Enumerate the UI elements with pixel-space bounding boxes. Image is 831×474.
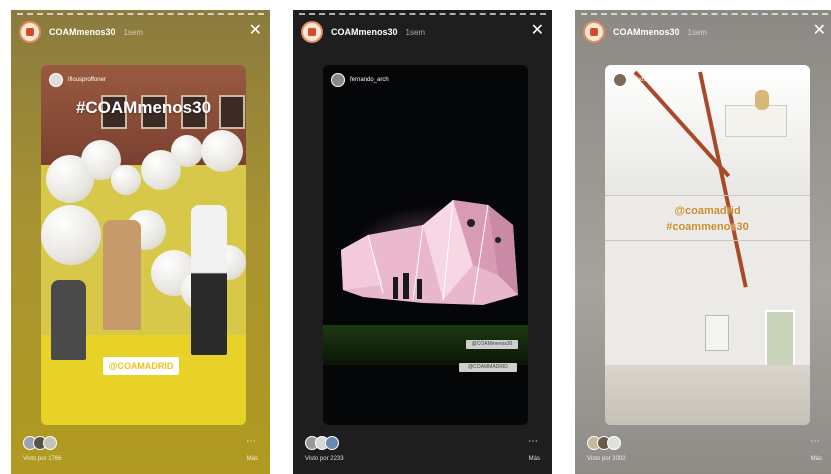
story-footer: Visto por 2002 ⋯ Más xyxy=(575,432,831,474)
balloon xyxy=(171,135,203,167)
more-button[interactable]: Más xyxy=(247,456,258,462)
views-count[interactable]: Visto por 2233 xyxy=(305,456,344,462)
viewer-avatars[interactable] xyxy=(23,436,57,450)
username[interactable]: COAMmenos30 xyxy=(331,27,398,37)
progress-bar xyxy=(17,13,264,17)
person xyxy=(103,220,141,330)
more-icon[interactable]: ⋯ xyxy=(810,436,820,447)
mention-sticker[interactable]: @COAMADRID xyxy=(103,357,179,375)
story-header: COAMmenos30 1sem ✕ xyxy=(301,20,544,44)
balloon xyxy=(111,165,141,195)
avatar xyxy=(607,436,621,450)
story-footer: Visto por 1766 ⋯ Más xyxy=(11,432,270,474)
close-icon[interactable]: ✕ xyxy=(249,21,262,41)
viewer-avatars[interactable] xyxy=(305,436,339,450)
username[interactable]: COAMmenos30 xyxy=(613,27,680,37)
more-button[interactable]: Más xyxy=(529,456,540,462)
timestamp: 1sem xyxy=(405,27,426,37)
hashtag-text: #COAMmenos30 xyxy=(75,98,212,117)
story-panel-3[interactable]: COAMmenos30 1sem ✕ jabosamatilo @coamadr… xyxy=(575,10,831,474)
avatar xyxy=(49,73,63,87)
story-header: COAMmenos30 1sem ✕ xyxy=(19,20,262,44)
more-button[interactable]: Más xyxy=(811,456,822,462)
avatar xyxy=(43,436,57,450)
person xyxy=(191,205,227,355)
story-header: COAMmenos30 1sem ✕ xyxy=(583,20,826,44)
avatar[interactable] xyxy=(19,21,41,43)
timestamp: 1sem xyxy=(123,27,144,37)
close-icon[interactable]: ✕ xyxy=(813,21,826,41)
views-count[interactable]: Visto por 2002 xyxy=(587,456,626,462)
story-panel-1[interactable]: COAMmenos30 1sem ✕ iflousproffoner #COAM… xyxy=(11,10,270,474)
story-panel-2[interactable]: COAMmenos30 1sem ✕ fernando_arch @COAMme… xyxy=(293,10,552,474)
story-media: iflousproffoner #COAMmenos30 @COAMADRID xyxy=(41,65,246,425)
avatar[interactable] xyxy=(583,21,605,43)
story-media: jabosamatilo @coamadrid #coammenos30 xyxy=(605,65,810,425)
repost-username: jabosamatilo xyxy=(632,77,666,83)
username[interactable]: COAMmenos30 xyxy=(49,27,116,37)
views-count[interactable]: Visto por 1766 xyxy=(23,456,62,462)
repost-user-chip[interactable]: jabosamatilo xyxy=(613,73,666,87)
mention-tag[interactable]: @COAMMADRID xyxy=(459,363,517,372)
balloon xyxy=(41,205,101,265)
more-icon[interactable]: ⋯ xyxy=(528,436,538,447)
window xyxy=(705,315,729,351)
repost-username: fernando_arch xyxy=(350,77,389,83)
avatar[interactable] xyxy=(301,21,323,43)
mention-text: @coamadrid xyxy=(674,205,741,217)
floor xyxy=(605,365,810,425)
suspended-platform xyxy=(725,105,787,137)
story-footer: Visto por 2233 ⋯ Más xyxy=(293,432,552,474)
repost-user-chip[interactable]: iflousproffoner xyxy=(49,73,106,87)
avatar xyxy=(331,73,345,87)
repost-username: iflousproffoner xyxy=(68,77,106,83)
progress-bar xyxy=(581,13,828,17)
viewer-avatars[interactable] xyxy=(587,436,621,450)
mention-tag[interactable]: @COAMmenos30 xyxy=(466,340,518,349)
story-media: fernando_arch @COAMmenos30 @COAMMADRID xyxy=(323,65,528,425)
balloon xyxy=(201,130,243,172)
progress-bar xyxy=(299,13,546,17)
avatar xyxy=(325,436,339,450)
hashtag-text: #coammenos30 xyxy=(666,221,749,233)
timestamp: 1sem xyxy=(687,27,708,37)
avatar xyxy=(613,73,627,87)
close-icon[interactable]: ✕ xyxy=(531,21,544,41)
more-icon[interactable]: ⋯ xyxy=(246,436,256,447)
person xyxy=(51,280,86,360)
person xyxy=(755,90,769,110)
repost-user-chip[interactable]: fernando_arch xyxy=(331,73,389,87)
